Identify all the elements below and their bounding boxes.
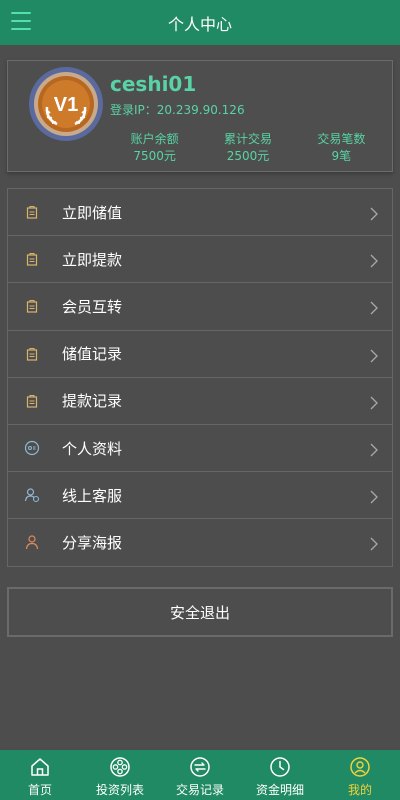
profile-icon xyxy=(24,440,40,456)
chevron-right-icon xyxy=(370,489,378,508)
menu-item-label: 会员互转 xyxy=(62,297,123,316)
top-bar: 个人中心 xyxy=(0,0,400,45)
tab-investment-list[interactable]: 投资列表 xyxy=(80,750,160,800)
menu-item-profile[interactable]: 个人资料 xyxy=(8,425,392,473)
menu-item-deposit[interactable]: 立即储值 xyxy=(8,189,392,237)
username: ceshi01 xyxy=(110,72,197,96)
page-title: 个人中心 xyxy=(167,14,232,34)
menu-item-label: 线上客服 xyxy=(62,486,123,505)
stat-total-trade: 累计交易 2500元 xyxy=(201,131,294,165)
profile-card: V1 ceshi01 登录IP：20.239.90.126 账户余额 7500元… xyxy=(7,60,393,172)
chevron-right-icon xyxy=(370,253,378,272)
share-person-icon xyxy=(24,534,40,550)
account-menu: 立即储值 立即提款 会员互转 储值记录 提款记录 个人资料 线上客服 分享海报 xyxy=(7,188,393,567)
vip-badge-text: V1 xyxy=(54,94,78,116)
exchange-icon xyxy=(190,757,210,777)
wallet-icon xyxy=(24,346,40,362)
user-icon xyxy=(350,757,370,777)
menu-item-withdraw-records[interactable]: 提款记录 xyxy=(8,378,392,425)
tab-label: 投资列表 xyxy=(95,783,144,797)
menu-item-withdraw[interactable]: 立即提款 xyxy=(8,236,392,284)
logout-button[interactable]: 安全退出 xyxy=(7,587,393,637)
stat-label: 交易笔数 xyxy=(317,132,366,146)
stat-value: 9笔 xyxy=(331,149,352,163)
home-icon xyxy=(31,758,49,776)
chevron-right-icon xyxy=(370,536,378,555)
tab-label: 交易记录 xyxy=(175,783,224,797)
chevron-right-icon xyxy=(370,442,378,461)
wallet-icon xyxy=(24,204,40,220)
chevron-right-icon xyxy=(370,348,378,367)
account-stats: 账户余额 7500元 累计交易 2500元 交易笔数 9笔 xyxy=(108,131,388,165)
tab-label: 资金明细 xyxy=(255,783,304,797)
menu-item-customer-service[interactable]: 线上客服 xyxy=(8,472,392,520)
chevron-right-icon xyxy=(370,300,378,319)
login-ip: 登录IP：20.239.90.126 xyxy=(110,101,245,118)
tab-home[interactable]: 首页 xyxy=(0,750,80,800)
clock-icon xyxy=(270,757,290,777)
film-reel-icon xyxy=(110,757,130,777)
wallet-icon xyxy=(24,393,40,409)
tab-mine[interactable]: 我的 xyxy=(320,750,400,800)
stat-value: 2500元 xyxy=(226,149,270,163)
ip-value: 20.239.90.126 xyxy=(156,103,245,117)
chevron-right-icon xyxy=(370,395,378,414)
stat-label: 累计交易 xyxy=(223,132,272,146)
ip-label: 登录IP： xyxy=(110,103,157,117)
vip-badge-avatar: V1 xyxy=(29,67,103,141)
hamburger-menu-icon[interactable] xyxy=(11,12,31,30)
menu-item-label: 立即提款 xyxy=(62,250,123,269)
stat-label: 账户余额 xyxy=(130,132,179,146)
menu-item-label: 分享海报 xyxy=(62,533,123,552)
tab-trade-records[interactable]: 交易记录 xyxy=(160,750,240,800)
stat-trade-count: 交易笔数 9笔 xyxy=(295,131,388,165)
wallet-icon xyxy=(24,298,40,314)
menu-item-deposit-records[interactable]: 储值记录 xyxy=(8,331,392,378)
stat-value: 7500元 xyxy=(133,149,176,163)
customer-service-icon xyxy=(24,487,40,503)
menu-item-label: 储值记录 xyxy=(62,345,123,364)
tab-label: 首页 xyxy=(27,783,52,797)
menu-item-label: 个人资料 xyxy=(62,439,123,458)
menu-item-share-poster[interactable]: 分享海报 xyxy=(8,519,392,567)
tab-fund-details[interactable]: 资金明细 xyxy=(240,750,320,800)
menu-item-label: 提款记录 xyxy=(62,392,123,411)
stat-balance: 账户余额 7500元 xyxy=(108,131,201,165)
chevron-right-icon xyxy=(370,206,378,225)
bottom-tab-bar: 首页 投资列表 交易记录 资金明细 我的 xyxy=(0,750,400,800)
menu-item-label: 立即储值 xyxy=(62,203,123,222)
wallet-icon xyxy=(24,251,40,267)
tab-label: 我的 xyxy=(347,783,372,797)
menu-item-transfer[interactable]: 会员互转 xyxy=(8,283,392,331)
